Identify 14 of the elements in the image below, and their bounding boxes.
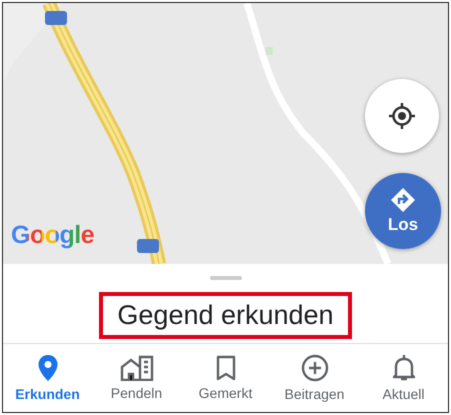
nav-tab[interactable]: Aktuell (359, 344, 448, 412)
nav-tab[interactable]: Gemerkt (181, 344, 270, 412)
sheet-title: Gegend erkunden (99, 292, 352, 339)
bookmark-icon (216, 355, 236, 381)
pin-icon (36, 354, 58, 382)
nav-tab[interactable]: Erkunden (3, 344, 92, 412)
my-location-icon (388, 102, 416, 130)
plus-circle-icon (300, 354, 328, 382)
drag-handle[interactable] (210, 276, 242, 280)
directions-icon (390, 187, 416, 213)
nav-tab[interactable]: Pendeln (92, 344, 181, 412)
buildings-icon (120, 355, 154, 381)
bell-icon (392, 354, 416, 382)
nav-tab[interactable]: Beitragen (270, 344, 359, 412)
